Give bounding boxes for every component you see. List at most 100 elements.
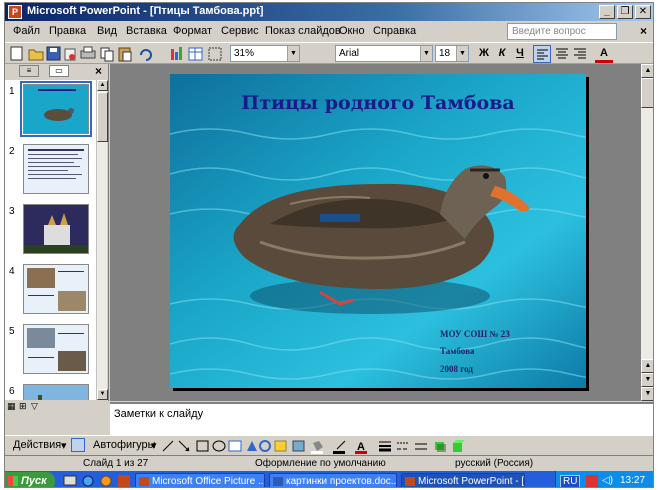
- underline-button[interactable]: Ч: [511, 45, 529, 63]
- next-slide-icon[interactable]: ▼: [641, 373, 653, 387]
- font-combo[interactable]: Arial ▼: [335, 45, 433, 62]
- menu-edit[interactable]: Правка: [49, 25, 86, 37]
- line-icon: [162, 440, 174, 452]
- clock: 13:27: [620, 475, 646, 486]
- align-left-icon[interactable]: [533, 45, 551, 63]
- thumbnail-number: 1: [9, 86, 15, 97]
- taskbar-powerpoint[interactable]: Microsoft PowerPoint - [...: [401, 473, 525, 487]
- current-slide[interactable]: Птицы родного Тамбова МОУ СОШ № 23 Тамбо…: [170, 74, 586, 388]
- thumbnail-row[interactable]: 5: [5, 322, 97, 380]
- outline-tab-icon[interactable]: ≡: [19, 65, 39, 77]
- slides-tab-icon[interactable]: ▭: [49, 65, 69, 77]
- slideshow-view-icon[interactable]: ▽: [31, 401, 38, 412]
- scroll-down-icon[interactable]: ▼: [641, 387, 653, 401]
- thumbnail-slide-2[interactable]: [23, 144, 89, 194]
- thumbnail-row[interactable]: 2: [5, 142, 97, 200]
- thumbnail-row[interactable]: 4: [5, 262, 97, 320]
- font-color-icon: A: [355, 441, 367, 454]
- slide-scrollbar[interactable]: ▲ ▲ ▼ ▼: [641, 64, 653, 401]
- volume-icon[interactable]: ◁): [602, 475, 613, 486]
- taskbar-word-document[interactable]: картинки проектов.doc...: [269, 473, 397, 487]
- thumbnail-number: 6: [9, 386, 15, 397]
- chevron-down-icon[interactable]: ▾: [61, 439, 67, 452]
- chevron-down-icon[interactable]: ▼: [456, 46, 468, 61]
- slide-city[interactable]: Тамбова: [440, 346, 580, 356]
- taskbar-picture-manager[interactable]: Microsoft Office Picture ...: [135, 473, 265, 487]
- menu-file[interactable]: Файл: [13, 25, 40, 37]
- line-color-icon: [333, 440, 346, 454]
- slide-year[interactable]: 2008 год: [440, 364, 580, 374]
- scroll-thumb[interactable]: [97, 92, 108, 142]
- actions-menu[interactable]: Действия: [13, 439, 61, 451]
- slide-school[interactable]: МОУ СОШ № 23: [440, 329, 580, 339]
- italic-button[interactable]: К: [493, 45, 511, 63]
- menu-view[interactable]: Вид: [97, 25, 117, 37]
- thumbnail-scrollbar[interactable]: ▲ ▼: [96, 80, 108, 400]
- kaspersky-icon[interactable]: [586, 475, 598, 487]
- powerpoint-app-icon[interactable]: P: [8, 5, 22, 19]
- close-button[interactable]: ✕: [635, 5, 651, 19]
- scroll-up-icon[interactable]: ▲: [97, 80, 108, 91]
- restore-button[interactable]: ❐: [617, 5, 633, 19]
- menu-help[interactable]: Справка: [373, 25, 416, 37]
- normal-view-icon[interactable]: ▦: [7, 401, 16, 412]
- start-button[interactable]: Пуск: [5, 472, 55, 487]
- permission-icon: [64, 48, 76, 61]
- powerpoint-icon: [405, 477, 415, 486]
- thumbnail-slide-5[interactable]: [23, 324, 89, 374]
- language-indicator[interactable]: RU: [560, 475, 581, 487]
- scroll-down-icon[interactable]: ▼: [97, 389, 108, 400]
- close-panel-icon[interactable]: ×: [95, 64, 102, 78]
- 3d-icon: [453, 440, 465, 452]
- window-title: Microsoft PowerPoint - [Птицы Тамбова.pp…: [27, 5, 264, 17]
- ask-question-box[interactable]: Введите вопрос: [507, 23, 617, 40]
- show-desktop-icon[interactable]: [63, 474, 77, 487]
- autoshapes-menu[interactable]: Автофигуры: [93, 439, 156, 451]
- menu-bar: Файл Правка Вид Вставка Формат Сервис По…: [5, 21, 653, 42]
- view-buttons: ▦ ⊞ ▽: [5, 401, 109, 413]
- title-bar[interactable]: P Microsoft PowerPoint - [Птицы Тамбова.…: [5, 3, 653, 21]
- align-right-icon[interactable]: [571, 45, 589, 63]
- zoom-combo[interactable]: 31% ▼: [230, 45, 300, 62]
- previous-slide-icon[interactable]: ▲: [641, 359, 653, 373]
- font-color-button[interactable]: A: [595, 45, 613, 63]
- slide-editing-area[interactable]: Птицы родного Тамбова МОУ СОШ № 23 Тамбо…: [110, 64, 653, 401]
- internet-explorer-icon[interactable]: [81, 474, 95, 487]
- menu-insert[interactable]: Вставка: [126, 25, 167, 37]
- thumbnail-list[interactable]: 1 2 3 4 5 6: [5, 80, 97, 400]
- drawing-tool-icons[interactable]: A: [161, 438, 531, 454]
- scroll-up-icon[interactable]: ▲: [641, 64, 653, 78]
- sorter-view-icon[interactable]: ⊞: [19, 401, 27, 412]
- chevron-down-icon[interactable]: ▼: [287, 46, 299, 61]
- notes-pane[interactable]: Заметки к слайду: [110, 402, 653, 435]
- align-center-icon[interactable]: [553, 45, 571, 63]
- scroll-thumb[interactable]: [641, 78, 653, 108]
- select-pointer-icon[interactable]: [71, 438, 85, 452]
- standard-toolbar-icons[interactable]: [9, 45, 239, 63]
- thumbnail-row[interactable]: 6: [5, 382, 97, 400]
- powerpoint-quicklaunch-icon[interactable]: [117, 474, 131, 487]
- thumbnail-slide-4[interactable]: [23, 264, 89, 314]
- open-folder-icon: [28, 49, 44, 61]
- menu-tools[interactable]: Сервис: [221, 25, 259, 37]
- thumbnail-slide-1[interactable]: [20, 81, 92, 137]
- minimize-button[interactable]: _: [599, 5, 615, 19]
- thumbnail-row[interactable]: 3: [5, 202, 97, 260]
- textbox-icon: [228, 440, 242, 452]
- thumbnail-row[interactable]: 1: [5, 81, 97, 140]
- notes-placeholder[interactable]: Заметки к слайду: [114, 408, 203, 420]
- chevron-down-icon[interactable]: ▼: [420, 46, 432, 61]
- slides-panel: ≡ ▭ × 1 2 3 4 5 6 ▲ ▼: [5, 64, 109, 401]
- menu-window[interactable]: Окно: [339, 25, 365, 37]
- document-close-icon[interactable]: ×: [640, 24, 647, 38]
- menu-format[interactable]: Формат: [173, 25, 212, 37]
- slide-title[interactable]: Птицы родного Тамбова: [170, 92, 586, 114]
- font-size-combo[interactable]: 18 ▼: [435, 45, 469, 62]
- menu-slideshow[interactable]: Показ слайдов: [265, 25, 341, 37]
- bold-button[interactable]: Ж: [475, 45, 493, 63]
- media-player-icon[interactable]: [99, 474, 113, 487]
- thumbnail-slide-6[interactable]: [23, 384, 89, 400]
- chevron-down-icon[interactable]: ▾: [151, 439, 157, 452]
- paste-icon: [118, 47, 132, 62]
- thumbnail-slide-3[interactable]: [23, 204, 89, 254]
